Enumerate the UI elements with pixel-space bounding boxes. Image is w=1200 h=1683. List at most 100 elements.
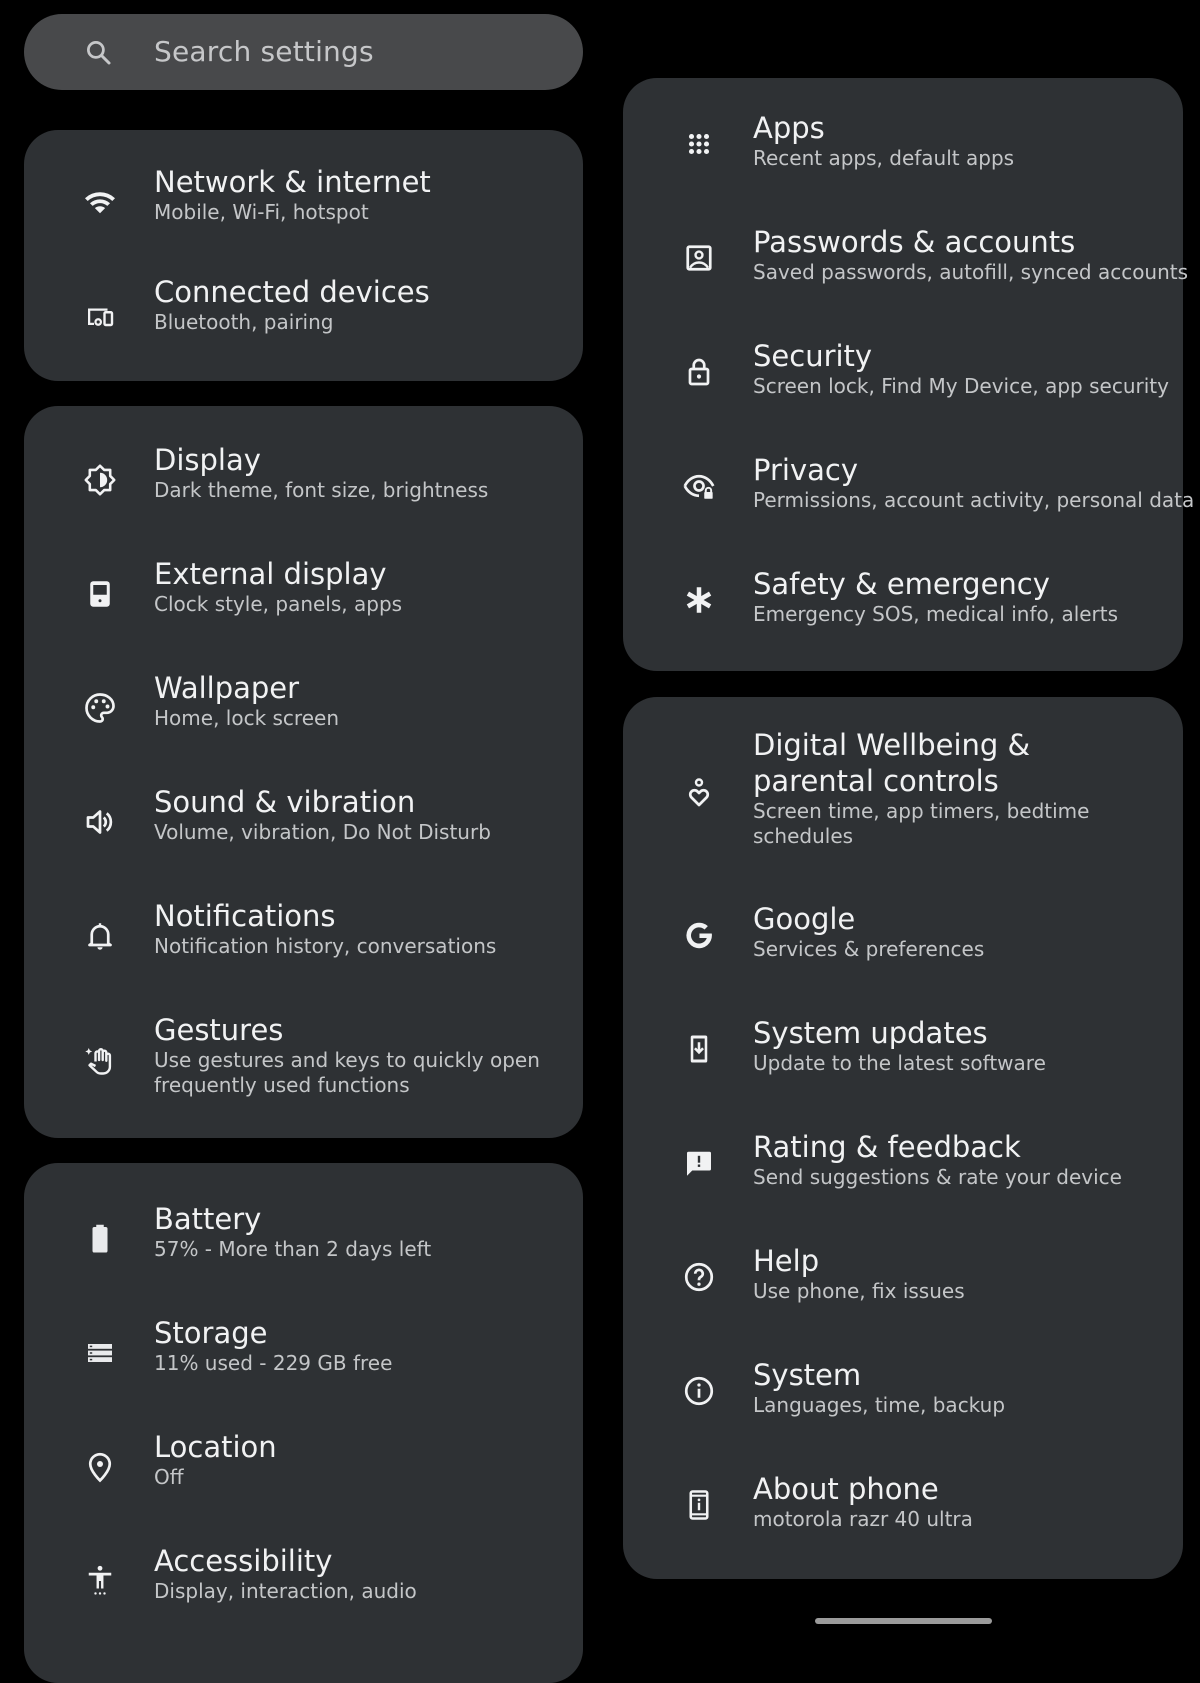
- settings-item-apps[interactable]: Apps Recent apps, default apps: [623, 111, 1183, 226]
- gesture-hand-icon: [82, 1042, 118, 1078]
- settings-item-subtitle: Dark theme, font size, brightness: [154, 478, 489, 502]
- settings-item-subtitle: Recent apps, default apps: [753, 146, 1015, 170]
- settings-item-subtitle: Volume, vibration, Do Not Disturb: [154, 820, 491, 844]
- settings-item-subtitle: 57% - More than 2 days left: [154, 1237, 432, 1261]
- settings-item-subtitle: Services & preferences: [753, 937, 985, 961]
- settings-item-title: Location: [154, 1430, 277, 1464]
- system-update-icon: [681, 1031, 717, 1067]
- settings-item-title: System updates: [753, 1016, 988, 1050]
- wellbeing-heart-icon: [681, 775, 717, 811]
- settings-item-title: Wallpaper: [154, 671, 300, 705]
- settings-item-network[interactable]: Network & internet Mobile, Wi-Fi, hotspo…: [24, 160, 583, 270]
- palette-icon: [82, 690, 118, 726]
- settings-item-title: Battery: [154, 1202, 262, 1236]
- settings-item-title: Digital Wellbeing & parental controls: [753, 728, 1031, 798]
- settings-item-title: Google: [753, 902, 856, 936]
- settings-item-battery[interactable]: Battery 57% - More than 2 days left: [24, 1201, 583, 1311]
- settings-item-location[interactable]: Location Off: [24, 1429, 583, 1539]
- settings-item-subtitle: Mobile, Wi-Fi, hotspot: [154, 200, 369, 224]
- settings-item-subtitle: Update to the latest software: [753, 1051, 1046, 1075]
- settings-card-system: Digital Wellbeing & parental controls Sc…: [623, 697, 1183, 1579]
- settings-item-help[interactable]: Help Use phone, fix issues: [623, 1244, 1183, 1363]
- settings-item-system-updates[interactable]: System updates Update to the latest soft…: [623, 1016, 1183, 1135]
- settings-item-connected-devices[interactable]: Connected devices Bluetooth, pairing: [24, 274, 583, 384]
- accessibility-icon: [82, 1563, 118, 1599]
- home-gesture-bar[interactable]: [815, 1618, 992, 1624]
- asterisk-icon: [681, 582, 717, 618]
- wifi-icon: [82, 184, 118, 220]
- settings-item-wallpaper[interactable]: Wallpaper Home, lock screen: [24, 670, 583, 780]
- phone-info-icon: [681, 1487, 717, 1523]
- search-bar[interactable]: Search settings: [24, 14, 583, 90]
- settings-item-title: Storage: [154, 1316, 268, 1350]
- connected-devices-icon: [82, 298, 118, 334]
- search-icon: [84, 38, 114, 68]
- settings-item-title: Sound & vibration: [154, 785, 416, 819]
- location-pin-icon: [82, 1449, 118, 1485]
- settings-item-subtitle: Use phone, fix issues: [753, 1279, 965, 1303]
- settings-item-storage[interactable]: Storage 11% used - 229 GB free: [24, 1315, 583, 1425]
- settings-item-subtitle: Home, lock screen: [154, 706, 339, 730]
- settings-item-wellbeing[interactable]: Digital Wellbeing & parental controls Sc…: [623, 728, 1183, 883]
- brightness-icon: [82, 462, 118, 498]
- settings-item-subtitle: Use gestures and keys to quickly open fr…: [154, 1048, 540, 1097]
- storage-icon: [82, 1335, 118, 1371]
- settings-item-title: Apps: [753, 111, 825, 145]
- settings-item-title: Security: [753, 339, 873, 373]
- settings-item-title: About phone: [753, 1472, 939, 1506]
- help-circle-icon: [681, 1259, 717, 1295]
- settings-item-passwords[interactable]: Passwords & accounts Saved passwords, au…: [623, 225, 1188, 340]
- settings-item-subtitle: Permissions, account activity, personal …: [753, 488, 1195, 512]
- settings-item-google[interactable]: Google Services & preferences: [623, 902, 1183, 1021]
- settings-item-title: Privacy: [753, 453, 858, 487]
- settings-item-privacy[interactable]: Privacy Permissions, account activity, p…: [623, 453, 1194, 568]
- settings-item-title: Safety & emergency: [753, 567, 1050, 601]
- settings-item-safety[interactable]: Safety & emergency Emergency SOS, medica…: [623, 567, 1183, 672]
- settings-item-accessibility[interactable]: Accessibility Display, interaction, audi…: [24, 1543, 583, 1653]
- settings-item-about-phone[interactable]: About phone motorola razr 40 ultra: [623, 1472, 1183, 1571]
- settings-item-sound[interactable]: Sound & vibration Volume, vibration, Do …: [24, 784, 583, 894]
- settings-item-subtitle: Clock style, panels, apps: [154, 592, 403, 616]
- search-placeholder: Search settings: [154, 35, 374, 68]
- settings-card-connectivity: Network & internet Mobile, Wi-Fi, hotspo…: [24, 130, 583, 381]
- settings-item-title: Accessibility: [154, 1544, 333, 1578]
- settings-item-title: External display: [154, 557, 387, 591]
- settings-item-subtitle: Emergency SOS, medical info, alerts: [753, 602, 1119, 626]
- settings-item-title: Notifications: [154, 899, 336, 933]
- lock-icon: [681, 354, 717, 390]
- settings-item-title: Passwords & accounts: [753, 225, 1076, 259]
- volume-icon: [82, 804, 118, 840]
- settings-item-gestures[interactable]: Gestures Use gestures and keys to quickl…: [24, 1012, 583, 1132]
- settings-item-subtitle: Display, interaction, audio: [154, 1579, 417, 1603]
- privacy-eye-lock-icon: [681, 468, 717, 504]
- info-circle-icon: [681, 1373, 717, 1409]
- settings-item-subtitle: Saved passwords, autofill, synced accoun…: [753, 260, 1189, 284]
- settings-item-subtitle: Screen lock, Find My Device, app securit…: [753, 374, 1169, 398]
- settings-item-title: Network & internet: [154, 165, 431, 199]
- google-g-icon: [681, 917, 717, 953]
- settings-card-personalization: Display Dark theme, font size, brightnes…: [24, 406, 583, 1138]
- settings-item-subtitle: Screen time, app timers, bedtime schedul…: [753, 799, 1090, 848]
- settings-item-rating[interactable]: Rating & feedback Send suggestions & rat…: [623, 1130, 1183, 1249]
- battery-icon: [82, 1221, 118, 1257]
- account-box-icon: [681, 240, 717, 276]
- settings-card-apps-security: Apps Recent apps, default apps Passwords…: [623, 78, 1194, 672]
- settings-item-security[interactable]: Security Screen lock, Find My Device, ap…: [623, 339, 1183, 454]
- settings-item-subtitle: Off: [154, 1465, 184, 1489]
- settings-item-subtitle: Languages, time, backup: [753, 1393, 1006, 1417]
- settings-item-external-display[interactable]: External display Clock style, panels, ap…: [24, 556, 583, 666]
- settings-item-title: Display: [154, 443, 261, 477]
- settings-item-title: System: [753, 1358, 862, 1392]
- settings-item-title: Help: [753, 1244, 820, 1278]
- settings-item-display[interactable]: Display Dark theme, font size, brightnes…: [24, 442, 583, 552]
- settings-item-title: Rating & feedback: [753, 1130, 1021, 1164]
- apps-grid-icon: [681, 126, 717, 162]
- settings-item-subtitle: 11% used - 229 GB free: [154, 1351, 393, 1375]
- settings-item-subtitle: Send suggestions & rate your device: [753, 1165, 1122, 1189]
- external-display-icon: [82, 576, 118, 612]
- settings-item-subtitle: Bluetooth, pairing: [154, 310, 334, 334]
- settings-item-title: Gestures: [154, 1013, 284, 1047]
- settings-item-subtitle: motorola razr 40 ultra: [753, 1507, 973, 1531]
- settings-item-system[interactable]: System Languages, time, backup: [623, 1358, 1183, 1477]
- settings-item-notifications[interactable]: Notifications Notification history, conv…: [24, 898, 583, 1008]
